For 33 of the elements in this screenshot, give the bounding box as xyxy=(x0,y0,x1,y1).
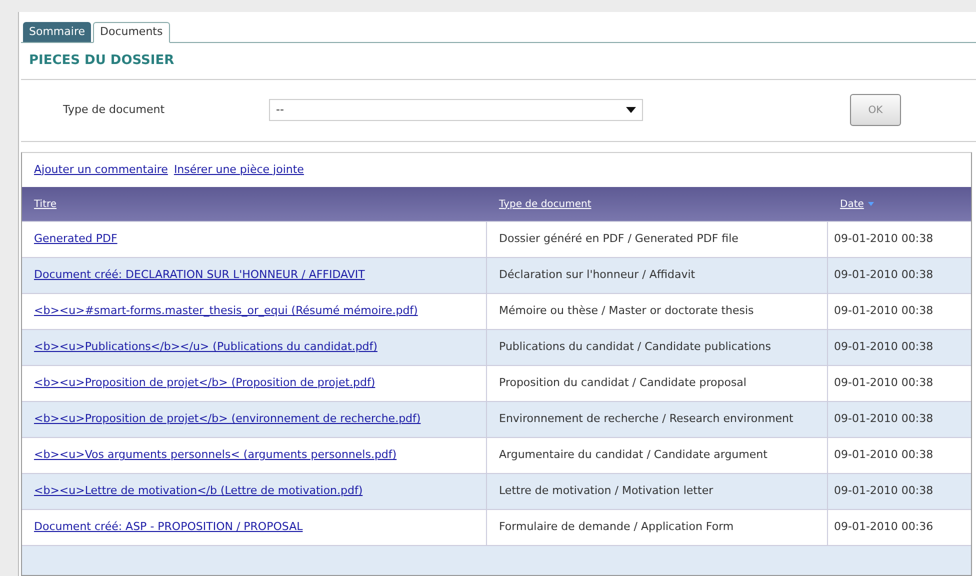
document-link[interactable]: <b><u>Publications</b></u> (Publications du candidat.pdf) xyxy=(34,339,378,356)
table-cell: Publications du candidat / Candidate publications xyxy=(487,329,828,365)
table-cell: 09-01-2010 00:38 xyxy=(828,401,971,437)
table-cell: 09-01-2010 00:38 xyxy=(828,257,971,293)
column-header-link[interactable]: Type de document xyxy=(499,196,592,212)
document-link[interactable]: Generated PDF xyxy=(34,231,118,248)
document-link[interactable]: <b><u>Vos arguments personnels< (arguments personnels.pdf) xyxy=(34,447,397,464)
tab[interactable]: Sommaire xyxy=(23,22,91,42)
action-link[interactable]: Insérer une pièce jointe xyxy=(174,162,304,178)
table-cell: Lettre de motivation / Motivation letter xyxy=(487,473,828,509)
field-label: Type de document xyxy=(63,102,166,118)
column-header-link[interactable]: Titre xyxy=(34,196,57,212)
table-cell: Mémoire ou thèse / Master or doctorate thesis xyxy=(487,293,828,329)
table-cell: Argumentaire du candidat / Candidate argument xyxy=(487,437,828,473)
table-cell: 09-01-2010 00:38 xyxy=(828,473,971,509)
table-cell: 09-01-2010 00:38 xyxy=(828,329,971,365)
document-link[interactable]: <b><u>Proposition de projet</b> (Proposition de projet.pdf) xyxy=(34,375,376,392)
section-heading: PIECES DU DOSSIER xyxy=(29,52,176,70)
table-cell: Dossier généré en PDF / Generated PDF file xyxy=(487,221,828,257)
document-link[interactable]: <b><u>Proposition de projet</b> (environnement de recherche.pdf) xyxy=(34,411,421,428)
table-cell: Déclaration sur l'honneur / Affidavit xyxy=(487,257,828,293)
document-link[interactable]: Document créé: DECLARATION SUR L'HONNEUR / AFFIDAVIT xyxy=(34,267,365,284)
table-cell: Formulaire de demande / Application Form xyxy=(487,509,828,545)
document-link[interactable]: <b><u>#smart-forms.master_thesis_or_equi (Résumé mémoire.pdf) xyxy=(34,303,418,320)
document-link[interactable]: <b><u>Lettre de motivation</b (Lettre de motivation.pdf) xyxy=(34,483,363,500)
column-header-link[interactable]: Date xyxy=(840,196,864,212)
document-type-select[interactable]: -- xyxy=(269,99,643,122)
dropdown-arrow-icon xyxy=(626,107,636,114)
action-link[interactable]: Ajouter un commentaire xyxy=(34,162,168,178)
tab[interactable]: Documents xyxy=(93,22,170,43)
table-cell: Environnement de recherche / Research environment xyxy=(487,401,828,437)
table-cell: Proposition du candidat / Candidate proposal xyxy=(487,365,828,401)
document-link[interactable]: Document créé: ASP - PROPOSITION / PROPOSAL xyxy=(34,519,303,536)
